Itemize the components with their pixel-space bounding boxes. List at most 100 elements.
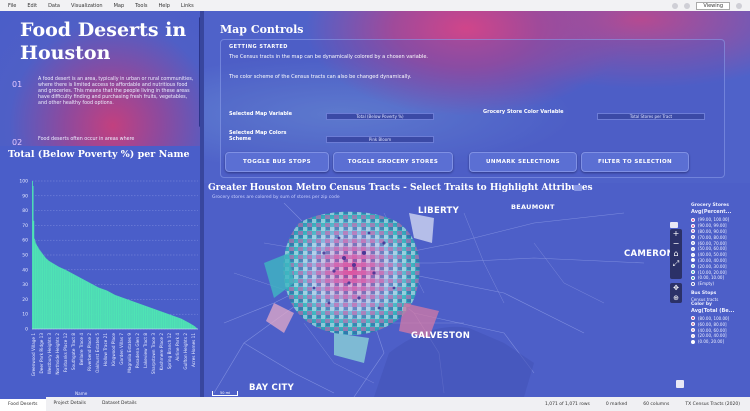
legend-label: (90.00, 99.00] xyxy=(698,223,727,229)
menu-visualization[interactable]: Visualization xyxy=(71,3,103,9)
legend-swatch xyxy=(691,223,695,228)
toggle-bus-stops-button[interactable]: TOGGLE BUS STOPS xyxy=(225,152,329,172)
chart-x-tick: Garden Villas 7 xyxy=(119,333,124,365)
menu-help[interactable]: Help xyxy=(159,3,170,9)
getting-started-heading: GETTING STARTED xyxy=(229,44,288,50)
tab-dataset-details[interactable]: Dataset Details xyxy=(94,397,145,411)
menu-file[interactable]: File xyxy=(8,3,16,9)
legend-swatch xyxy=(691,229,695,234)
map-legend[interactable]: Grocery Stores Avg(Percent... (99.00, 10… xyxy=(691,203,749,393)
map-layer-toggle-icon[interactable] xyxy=(670,222,678,228)
legend-swatch xyxy=(691,333,695,338)
legend-title-total[interactable]: Avg(Total (Be... xyxy=(691,308,749,314)
chart-x-tick: Airline Park 4 xyxy=(175,333,180,361)
mode-select[interactable]: Viewing xyxy=(696,1,730,10)
fit-view-icon[interactable]: ⤢ xyxy=(670,259,682,269)
map-title: Greater Houston Metro Census Tracts - Se… xyxy=(208,183,593,193)
tab-project-details[interactable]: Project Details xyxy=(46,397,94,411)
legend-label: (Empty) xyxy=(698,281,715,287)
map-controls-section: Map Controls GETTING STARTED The Census … xyxy=(204,11,750,183)
undo-icon[interactable] xyxy=(672,2,679,9)
chart-y-tick: 80 xyxy=(22,208,28,214)
chart-x-tick: Sharpstown Trace 3 xyxy=(151,333,156,374)
chart-x-tick: Spring Branch 12 xyxy=(167,333,172,370)
map-settings-icon[interactable] xyxy=(676,380,684,388)
chart-x-label: Name xyxy=(75,391,88,396)
story-number-2: 02 xyxy=(12,138,23,147)
redo-icon[interactable] xyxy=(684,2,691,9)
status-table[interactable]: TX Census Tracts (2020) xyxy=(685,402,740,407)
legend-label: (60.00, 70.00] xyxy=(698,240,727,246)
legend-swatch xyxy=(691,328,695,333)
chart-x-tick: Pasadena Glen 2 xyxy=(135,333,140,368)
story-paragraph-1: A food desert is an area, typically in u… xyxy=(38,77,194,107)
story-title: Food Deserts in Houston xyxy=(20,19,187,64)
reset-view-icon[interactable]: ⌂ xyxy=(670,249,682,259)
chart-y-tick: 70 xyxy=(22,223,28,229)
place-label-beaumont: BEAUMONT xyxy=(511,203,555,211)
chart-x-tick: Westbury Heights 3 xyxy=(47,333,52,374)
zoom-out-button[interactable]: − xyxy=(670,239,682,249)
legend-label: (10.00, 20.00] xyxy=(698,269,727,275)
map-subtitle: Grocery stores are colored by sum of sto… xyxy=(212,195,340,200)
tab-food-deserts[interactable]: Food Deserts xyxy=(0,397,46,411)
legend-swatch xyxy=(691,264,695,269)
chart-x-tick: Magnolia Estates 9 xyxy=(127,333,132,373)
legend-label: (99.00, 100.00] xyxy=(698,217,730,223)
selected-map-variable-select[interactable]: Total (Below Poverty %) xyxy=(326,113,434,120)
legend-swatch xyxy=(691,252,695,257)
grocery-color-select[interactable]: Total Stores per Tract xyxy=(597,113,705,120)
legend-label: (50.00, 60.00] xyxy=(698,246,727,252)
toggle-grocery-stores-button[interactable]: TOGGLE GROCERY STORES xyxy=(333,152,453,172)
story-paragraph-2: Food deserts often occur in areas where xyxy=(38,137,135,142)
legend-list-total: (80.00, 100.00] (60.00, 80.00] (40.00, 60.… xyxy=(691,316,749,345)
chart-x-tick: Kashmere Place 2 xyxy=(159,333,164,371)
menu-map[interactable]: Map xyxy=(114,3,125,9)
chart-x-tick: Fairbanks Place 12 xyxy=(63,333,68,372)
zoom-in-button[interactable]: + xyxy=(670,229,682,239)
map-pin-icon[interactable]: ✥ ⊕ xyxy=(670,283,682,303)
menu-bar: File Edit Data Visualization Map Tools H… xyxy=(0,0,750,11)
unmark-selections-button[interactable]: UNMARK SELECTIONS xyxy=(469,152,577,172)
menu-data[interactable]: Data xyxy=(48,3,60,9)
right-panel: Map Controls GETTING STARTED The Census … xyxy=(204,11,750,397)
chart-y-tick: 90 xyxy=(22,193,28,199)
place-label-bay-city: BAY CITY xyxy=(249,383,295,393)
map-info-icon[interactable] xyxy=(574,185,582,191)
legend-swatch xyxy=(691,217,695,222)
legend-list-percent: (99.00, 100.00] (90.00, 99.00] (80.00, 90.… xyxy=(691,217,749,287)
legend-swatch xyxy=(691,246,695,251)
menu-edit[interactable]: Edit xyxy=(27,3,37,9)
poverty-bar-chart[interactable]: 0 10 20 30 40 50 60 70 80 90 100 Greenwood Village … xyxy=(0,161,205,397)
chart-x-tick: Gulfton Heights 2 xyxy=(183,333,188,370)
legend-title-percent[interactable]: Avg(Percent... xyxy=(691,209,749,215)
user-avatar-icon[interactable] xyxy=(736,2,742,9)
zoom-controls: + − ⌂ ⤢ xyxy=(670,229,682,279)
legend-swatch xyxy=(691,258,695,263)
legend-heading-bus: Bus Stops xyxy=(691,290,717,296)
selected-map-colors-select[interactable]: Pink Bloom xyxy=(326,136,434,143)
chart-y-tick: 20 xyxy=(22,297,28,303)
chart-y-tick: 10 xyxy=(22,312,28,318)
chart-x-tick: Northside Heights 2 xyxy=(55,333,60,375)
place-label-cameron: CAMERON xyxy=(624,249,675,259)
menu-links[interactable]: Links xyxy=(181,3,194,9)
menu-tools[interactable]: Tools xyxy=(135,3,147,9)
left-panel: Food Deserts in Houston 01 A food desert… xyxy=(0,11,205,397)
census-tract-map[interactable] xyxy=(204,203,750,397)
legend-label: (20.00, 30.00] xyxy=(698,263,727,269)
chart-x-tick: Hollow Trace 21 xyxy=(103,333,108,366)
story-panel: Food Deserts in Houston 01 A food desert… xyxy=(0,11,205,147)
status-marked: 0 marked xyxy=(605,401,628,407)
legend-total-item[interactable]: (0.00, 20.00] xyxy=(691,339,749,345)
legend-swatch xyxy=(691,235,695,240)
filter-to-selection-button[interactable]: FILTER TO SELECTION xyxy=(581,152,689,172)
map-scale-bar: 50 mi xyxy=(212,391,238,396)
legend-label: (70.00, 80.00] xyxy=(698,234,727,240)
chart-x-tick: Greenwood Village 1 xyxy=(31,333,36,377)
legend-label: (80.00, 100.00] xyxy=(698,315,730,321)
status-bar: Food Deserts Project Details Dataset Det… xyxy=(0,397,750,411)
selected-map-colors-label: Selected Map Colors Scheme xyxy=(229,130,287,142)
chart-y-tick: 50 xyxy=(22,253,28,259)
legend-heading-colorby: Color by xyxy=(691,301,712,307)
